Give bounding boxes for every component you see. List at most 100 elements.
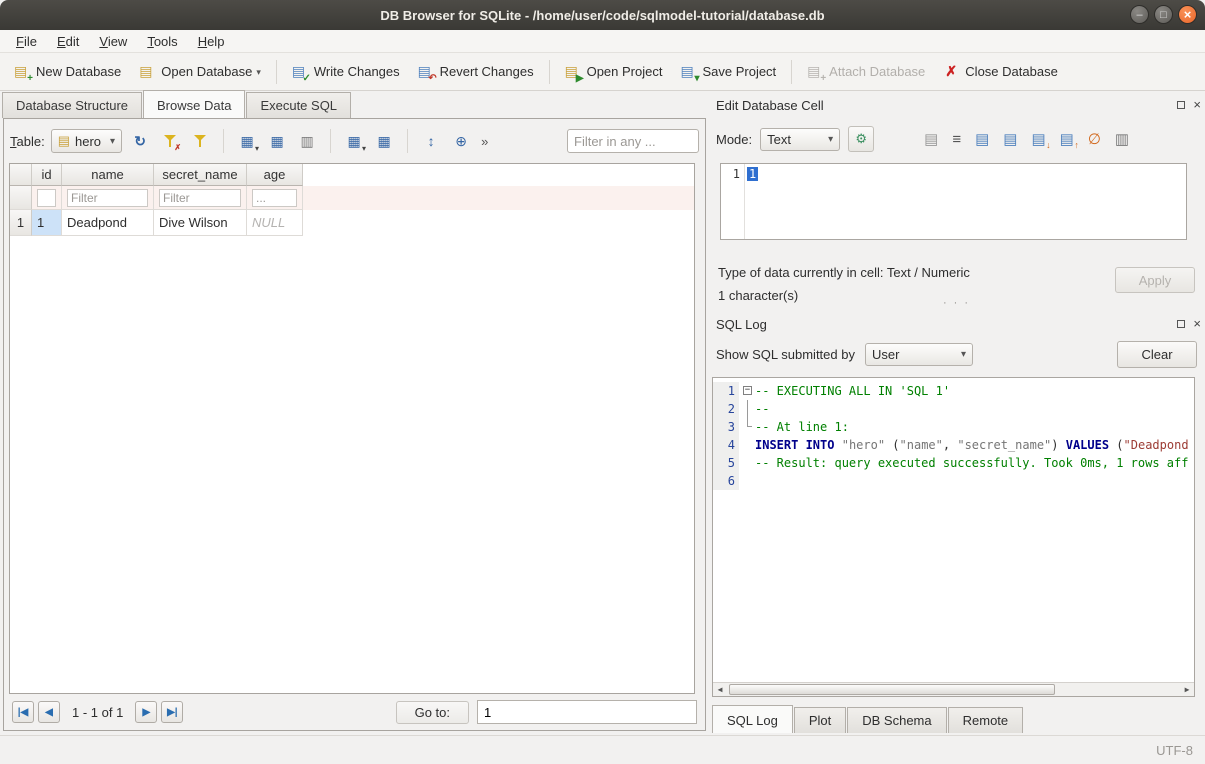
minimize-button[interactable]: –	[1130, 5, 1149, 24]
titlebar: DB Browser for SQLite - /home/user/code/…	[0, 0, 1205, 30]
table-label: Table:	[10, 134, 45, 149]
main-area: Database Structure Browse Data Execute S…	[0, 91, 1205, 735]
dock-close-icon[interactable]: ×	[1193, 100, 1201, 110]
column-header-id[interactable]: id	[32, 164, 62, 186]
text-document-icon[interactable]: ▤	[924, 130, 938, 148]
open-project-button[interactable]: ▤▶ Open Project	[557, 58, 671, 86]
last-page-button[interactable]: ▶|	[161, 701, 183, 723]
cell-secret-name[interactable]: Dive Wilson	[154, 210, 247, 236]
open-database-button[interactable]: ▤ Open Database ▾	[131, 58, 269, 86]
dock-float-icon[interactable]	[1177, 320, 1185, 328]
row-header[interactable]: 1	[10, 210, 32, 236]
tab-database-structure[interactable]: Database Structure	[2, 92, 142, 118]
filter-input-name[interactable]	[67, 189, 148, 207]
set-null-icon[interactable]: ∅	[1088, 130, 1101, 148]
format-button[interactable]: ⚙	[848, 126, 874, 152]
sql-log-line: 6	[713, 472, 1194, 490]
open-database-dropdown-icon[interactable]: ▾	[256, 67, 261, 80]
toolbar-separator	[276, 60, 277, 84]
export-cell-icon[interactable]: ▤↑	[1060, 130, 1074, 148]
tab-sql-log[interactable]: SQL Log	[712, 705, 793, 733]
scroll-right-icon[interactable]: ▶	[1180, 683, 1194, 696]
toolbar-separator	[330, 129, 331, 153]
fold-marker-icon[interactable]: −	[743, 386, 752, 395]
scroll-left-icon[interactable]: ◀	[713, 683, 727, 696]
horizontal-scrollbar[interactable]: ◀ ▶	[713, 682, 1194, 696]
close-database-button[interactable]: ✗ Close Database	[935, 57, 1066, 86]
show-sql-label: Show SQL submitted by	[716, 347, 855, 362]
column-header-name[interactable]: name	[62, 164, 154, 186]
sql-source-selector[interactable]: User ▾	[865, 343, 973, 366]
filter-input-id[interactable]	[37, 189, 56, 207]
maximize-button[interactable]: □	[1154, 5, 1173, 24]
insert-record-button[interactable]: ▦▾	[235, 129, 259, 153]
cell-name[interactable]: Deadpond	[62, 210, 154, 236]
insert-record-icon: ▦	[240, 133, 253, 150]
menu-help[interactable]: Help	[188, 31, 235, 52]
goto-input[interactable]	[477, 700, 697, 724]
sql-log-editor[interactable]: 1 − -- EXECUTING ALL IN 'SQL 1' 2 -- 3 -…	[712, 377, 1195, 697]
grid-corner	[10, 164, 32, 186]
dock-float-icon[interactable]	[1177, 101, 1185, 109]
new-database-button[interactable]: ▤+ New Database	[6, 58, 129, 86]
goto-button[interactable]: Go to:	[396, 701, 469, 724]
fetch-all-button[interactable]: ⊕	[449, 129, 473, 153]
sql-log-line: 1 − -- EXECUTING ALL IN 'SQL 1'	[713, 382, 1194, 400]
save-filter-button[interactable]	[188, 129, 212, 153]
save-file-icon[interactable]: ▤	[1003, 130, 1017, 148]
word-wrap-icon[interactable]: ≡	[952, 131, 961, 148]
column-header-secret-name[interactable]: secret_name	[154, 164, 247, 186]
scrollbar-thumb[interactable]	[729, 684, 1055, 695]
export-button[interactable]: ▦▾	[342, 129, 366, 153]
menu-file[interactable]: File	[6, 31, 47, 52]
first-page-button[interactable]: |◀	[12, 701, 34, 723]
delete-record-button[interactable]: ▦	[265, 129, 289, 153]
import-icon: ▦	[377, 133, 390, 150]
tab-execute-sql[interactable]: Execute SQL	[246, 92, 351, 118]
sql-log-line: 2 --	[713, 400, 1194, 418]
cell-editor[interactable]: 1 1	[720, 163, 1187, 240]
next-page-icon: ▶	[142, 707, 150, 718]
toolbar-overflow-icon[interactable]: »	[481, 134, 488, 149]
column-header-age[interactable]: age	[247, 164, 303, 186]
menu-edit[interactable]: Edit	[47, 31, 89, 52]
previous-page-icon: ◀	[45, 707, 53, 718]
clear-button[interactable]: Clear	[1117, 341, 1197, 368]
maximize-icon: □	[1160, 9, 1167, 21]
tab-browse-data[interactable]: Browse Data	[143, 90, 245, 118]
next-page-button[interactable]: ▶	[135, 701, 157, 723]
write-changes-button[interactable]: ▤✓ Write Changes	[284, 58, 408, 86]
write-changes-icon: ▤✓	[292, 64, 308, 80]
open-file-icon[interactable]: ▤	[975, 130, 989, 148]
open-database-icon: ▤	[139, 64, 155, 80]
refresh-button[interactable]: ↻	[128, 129, 152, 153]
tab-remote[interactable]: Remote	[948, 707, 1024, 733]
import-cell-icon[interactable]: ▤↓	[1031, 130, 1045, 148]
print-button[interactable]: ▥	[295, 129, 319, 153]
dock-splitter[interactable]: · · ·	[708, 299, 1205, 309]
filter-input-age[interactable]	[252, 189, 297, 207]
import-button[interactable]: ▦	[372, 129, 396, 153]
toolbar-separator	[407, 129, 408, 153]
cell-id[interactable]: 1	[32, 210, 62, 236]
filter-input-secret-name[interactable]	[159, 189, 241, 207]
window-title: DB Browser for SQLite - /home/user/code/…	[380, 8, 824, 23]
menu-view[interactable]: View	[89, 31, 137, 52]
tab-db-schema[interactable]: DB Schema	[847, 707, 946, 733]
previous-page-button[interactable]: ◀	[38, 701, 60, 723]
dock-close-icon[interactable]: ×	[1193, 319, 1201, 329]
tab-plot[interactable]: Plot	[794, 707, 846, 733]
save-project-button[interactable]: ▤▾ Save Project	[672, 58, 784, 86]
filter-any-input[interactable]	[567, 129, 699, 153]
revert-changes-button[interactable]: ▤↶ Revert Changes	[410, 58, 542, 86]
cell-age[interactable]: NULL	[247, 210, 303, 236]
close-button[interactable]: ×	[1178, 5, 1197, 24]
table-selector[interactable]: ▤ hero ▾	[51, 129, 122, 153]
sort-button[interactable]: ↕	[419, 129, 443, 153]
print-cell-icon[interactable]: ▥	[1115, 130, 1129, 148]
mode-selector[interactable]: Text ▾	[760, 128, 840, 151]
menu-tools[interactable]: Tools	[137, 31, 187, 52]
sql-log-line: 4 INSERT INTO "hero" ("name", "secret_na…	[713, 436, 1194, 454]
record-range: 1 - 1 of 1	[72, 705, 123, 720]
clear-filters-button[interactable]: ✗	[158, 129, 182, 153]
